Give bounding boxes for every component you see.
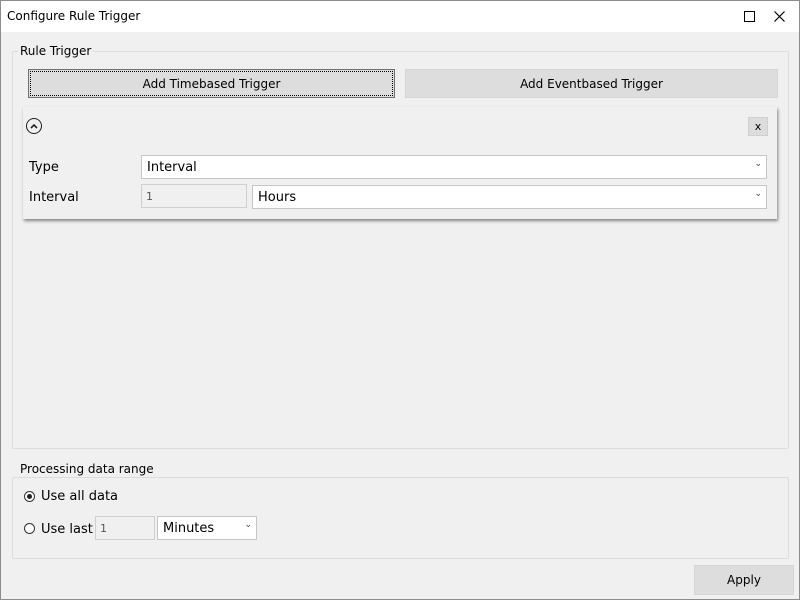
chevron-down-icon: ⌄ [244, 520, 252, 530]
window-title: Configure Rule Trigger [7, 9, 141, 23]
title-bar[interactable]: Configure Rule Trigger [1, 1, 799, 32]
rule-trigger-group-label: Rule Trigger [18, 44, 94, 58]
add-timebased-trigger-button[interactable]: Add Timebased Trigger [28, 69, 395, 98]
maximize-button[interactable] [734, 1, 764, 32]
processing-range-group-label: Processing data range [18, 462, 156, 476]
chevron-down-icon: ⌄ [754, 189, 762, 199]
use-last-label[interactable]: Use last [41, 522, 93, 537]
use-last-unit-select[interactable]: Minutes ⌄ [157, 516, 257, 540]
maximize-icon [743, 11, 755, 22]
add-eventbased-trigger-button[interactable]: Add Eventbased Trigger [405, 69, 778, 98]
type-label: Type [29, 160, 59, 175]
trigger-card: x Type Interval ⌄ Interval 1 Hours ⌄ [23, 107, 777, 219]
apply-button[interactable]: Apply [694, 565, 794, 595]
interval-input[interactable]: 1 [141, 184, 247, 208]
use-last-radio[interactable] [24, 523, 35, 534]
interval-unit-select[interactable]: Hours ⌄ [252, 185, 767, 209]
use-all-data-radio[interactable] [24, 491, 35, 502]
type-select[interactable]: Interval ⌄ [141, 155, 767, 179]
type-select-value: Interval [147, 159, 197, 175]
dialog-window: Configure Rule Trigger Rule Trigger Add … [0, 0, 800, 600]
remove-trigger-button[interactable]: x [748, 117, 768, 136]
chevron-up-circle-icon [30, 123, 38, 129]
chevron-down-icon: ⌄ [754, 159, 762, 169]
use-all-data-label[interactable]: Use all data [41, 489, 118, 504]
interval-label: Interval [29, 190, 79, 205]
interval-unit-value: Hours [258, 189, 297, 205]
close-icon [773, 11, 785, 22]
use-last-unit-value: Minutes [163, 520, 215, 536]
close-window-button[interactable] [764, 1, 794, 32]
collapse-trigger-button[interactable] [26, 118, 42, 134]
use-last-input[interactable]: 1 [95, 516, 155, 540]
